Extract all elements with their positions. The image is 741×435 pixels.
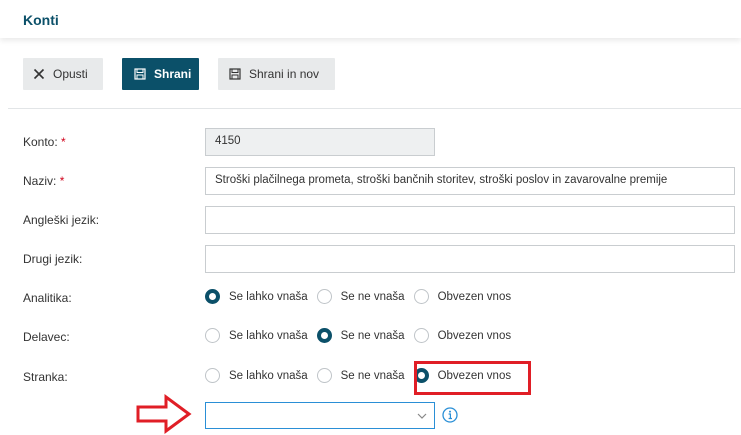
analitika-label: Analitika: <box>23 291 72 305</box>
konto-field[interactable]: 4150 <box>205 128 435 156</box>
konto-label: Konto: * <box>23 135 66 149</box>
chevron-down-icon <box>417 413 427 419</box>
delavec-radio-group: Se lahko vnaša Se ne vnaša Obvezen vnos <box>205 328 520 343</box>
save-button-label: Shrani <box>154 67 192 81</box>
radio-circle[interactable] <box>413 289 429 304</box>
page-title: Konti <box>23 12 59 28</box>
naziv-field[interactable]: Stroški plačilnega prometa, stroški banč… <box>205 167 735 195</box>
radio-circle[interactable] <box>316 368 332 383</box>
save-icon <box>134 68 146 80</box>
info-icon[interactable] <box>442 407 458 423</box>
save-new-icon <box>229 68 241 80</box>
angleski-row: Angleški jezik: <box>0 206 741 234</box>
drugi-label: Drugi jezik: <box>23 252 83 266</box>
highlight-frame <box>414 361 531 395</box>
radio-circle[interactable] <box>205 328 220 343</box>
radio-circle[interactable] <box>205 289 220 304</box>
save-button[interactable]: Shrani <box>122 58 199 90</box>
radio-circle[interactable] <box>205 368 220 383</box>
angleski-field[interactable] <box>205 206 735 234</box>
required-mark: * <box>61 135 66 149</box>
analitika-row: Analitika: Se lahko vnaša Se ne vnaša Ob… <box>0 284 741 312</box>
delavec-option-lahko[interactable]: Se lahko vnaša <box>205 328 308 343</box>
konto-row: Konto: * 4150 <box>0 128 741 156</box>
stranka-row: Stranka: Se lahko vnaša Se ne vnaša Obve… <box>0 363 741 391</box>
radio-circle[interactable] <box>316 328 332 343</box>
delavec-option-ne[interactable]: Se ne vnaša <box>316 328 405 343</box>
header: Konti <box>0 0 741 38</box>
stranka-option-ne[interactable]: Se ne vnaša <box>316 368 405 383</box>
angleski-label: Angleški jezik: <box>23 213 100 227</box>
toolbar: Opusti Shrani Shrani in nov <box>0 38 741 108</box>
toolbar-divider <box>8 108 741 109</box>
delavec-option-obvezen[interactable]: Obvezen vnos <box>413 328 511 343</box>
required-mark: * <box>59 174 65 188</box>
analitika-option-ne[interactable]: Se ne vnaša <box>316 289 405 304</box>
radio-circle[interactable] <box>316 289 332 304</box>
save-new-button[interactable]: Shrani in nov <box>218 58 335 90</box>
save-new-button-label: Shrani in nov <box>249 67 320 81</box>
drugi-field[interactable] <box>205 245 735 273</box>
arrow-right-icon <box>136 394 192 434</box>
delavec-row: Delavec: Se lahko vnaša Se ne vnaša Obve… <box>0 323 741 351</box>
analitika-option-lahko[interactable]: Se lahko vnaša <box>205 289 308 304</box>
drugi-row: Drugi jezik: <box>0 245 741 273</box>
cancel-button[interactable]: Opusti <box>23 58 103 90</box>
radio-circle[interactable] <box>413 328 429 343</box>
close-icon <box>33 68 45 80</box>
analitika-radio-group: Se lahko vnaša Se ne vnaša Obvezen vnos <box>205 289 520 304</box>
analitika-option-obvezen[interactable]: Obvezen vnos <box>413 289 511 304</box>
stranka-option-lahko[interactable]: Se lahko vnaša <box>205 368 308 383</box>
naziv-label: Naziv: * <box>23 174 65 188</box>
stranka-label: Stranka: <box>23 370 68 384</box>
naziv-row: Naziv: * Stroški plačilnega prometa, str… <box>0 167 741 195</box>
stranka-select[interactable] <box>205 402 435 429</box>
delavec-label: Delavec: <box>23 330 70 344</box>
cancel-button-label: Opusti <box>53 67 88 81</box>
